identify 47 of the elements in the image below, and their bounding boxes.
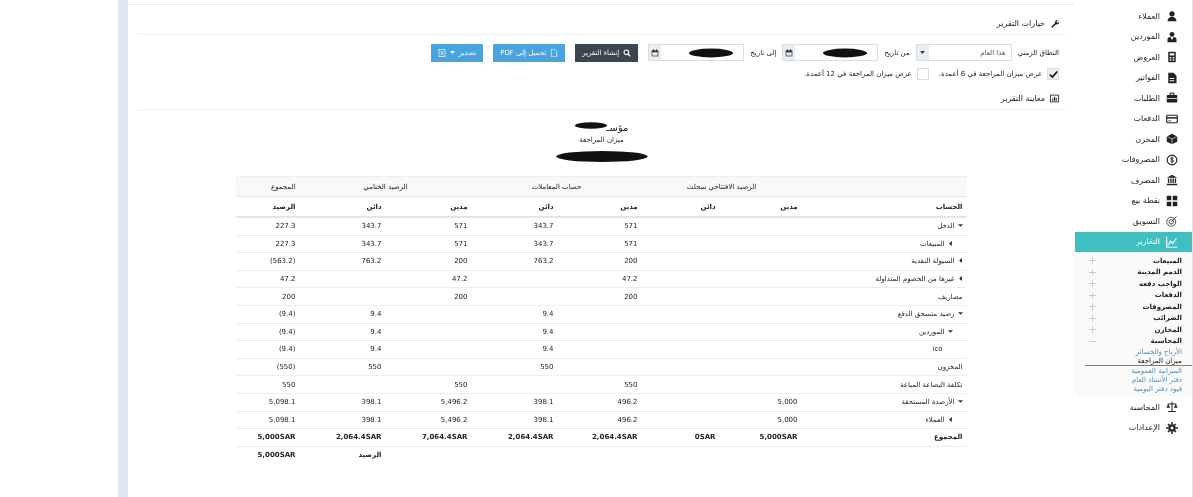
redaction-mark [823, 47, 868, 58]
sidebar-item[interactable]: الفواتير [1075, 67, 1192, 88]
line-chart-icon [1166, 235, 1178, 248]
spreadsheet-icon [437, 48, 446, 57]
search-icon [623, 48, 632, 57]
file-icon [550, 48, 559, 57]
calculator-icon [1166, 51, 1178, 64]
document-icon [1166, 71, 1178, 84]
sidebar-item[interactable]: العملاء [1075, 6, 1192, 27]
sidebar-item[interactable]: المخزن [1075, 129, 1192, 150]
sidebar-item[interactable]: المصروفات [1075, 149, 1192, 170]
checkbox[interactable] [1047, 68, 1059, 80]
redaction-mark [574, 122, 607, 129]
sidebar-item[interactable]: المصرف [1075, 170, 1192, 191]
grid-icon [1166, 194, 1178, 207]
person-icon [1166, 10, 1178, 23]
credit-card-icon [1166, 112, 1178, 125]
date-field[interactable] [648, 44, 745, 61]
calendar-icon [651, 48, 660, 57]
sidebar-item[interactable]: التسويق [1075, 211, 1192, 232]
date-field[interactable] [782, 44, 879, 61]
checkbox[interactable] [916, 68, 929, 80]
sidebar-item[interactable]: الدفعات [1075, 108, 1192, 129]
sidebar-item[interactable]: العروض [1075, 47, 1192, 68]
section-title: معاينة التقرير [1000, 94, 1045, 103]
sidebar-item[interactable]: المحاسبة [1075, 397, 1192, 418]
target-icon [1166, 215, 1178, 228]
briefcase-icon [1166, 92, 1178, 105]
person-tie-icon [1166, 30, 1178, 43]
bank-icon [1166, 174, 1178, 187]
sidebar-item[interactable]: الإعدادات [1075, 417, 1192, 438]
calendar-icon [785, 48, 794, 57]
dollar-circle-icon [1166, 153, 1178, 166]
checkmark-icon [1048, 69, 1058, 79]
sidebar-item[interactable]: الطلبات [1075, 88, 1192, 109]
scale-icon [1166, 401, 1178, 414]
chart-icon [1050, 94, 1059, 103]
sidebar-item[interactable]: الموردين [1075, 26, 1192, 47]
company-name: مؤسـ [606, 122, 629, 133]
cube-icon [1166, 133, 1178, 146]
wrench-icon [1050, 19, 1059, 28]
section-title: خيارات التقرير [996, 19, 1045, 28]
caret-icon [449, 51, 455, 54]
gear-icon [1166, 421, 1178, 434]
caret-icon [920, 51, 926, 54]
redaction-mark [689, 47, 734, 58]
sidebar-item[interactable]: نقطة بيع [1075, 190, 1192, 211]
